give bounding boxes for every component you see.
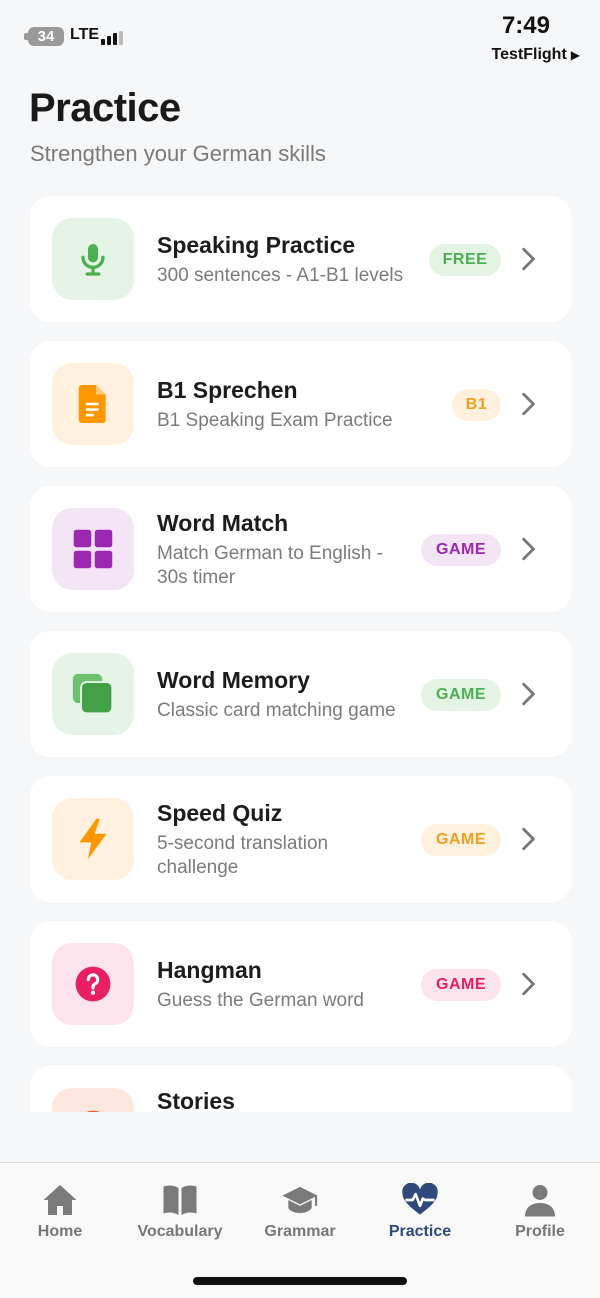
game-badge: GAME <box>421 824 501 856</box>
microphone-icon <box>81 244 105 276</box>
card-title: Speaking Practice <box>157 232 356 258</box>
tab-home[interactable]: Home <box>0 1183 120 1241</box>
book-icon <box>163 1185 197 1215</box>
practice-card-word-match[interactable]: Word Match Match German to English - 30s… <box>30 486 571 612</box>
person-icon <box>525 1185 555 1217</box>
tab-label: Home <box>37 1223 83 1240</box>
practice-card-b1-sprechen[interactable]: B1 Sprechen B1 Speaking Exam Practice B1 <box>30 341 571 467</box>
status-bar: 34 LTE 7:49 TestFlight ▶ <box>0 0 600 70</box>
practice-card-hangman[interactable]: Hangman Guess the German word GAME <box>30 921 571 1047</box>
network-type: LTE <box>70 26 100 43</box>
tab-practice[interactable]: Practice <box>360 1183 480 1241</box>
hangman-icon-tile <box>52 943 134 1025</box>
free-badge: FREE <box>429 244 501 276</box>
b1-badge: B1 <box>452 389 501 421</box>
page-title: Practice <box>29 86 181 130</box>
tab-label: Grammar <box>264 1223 336 1240</box>
clock: 7:49 <box>501 12 550 39</box>
speaking-icon-tile <box>52 218 134 300</box>
tab-label: Practice <box>388 1223 452 1240</box>
heart-pulse-icon <box>402 1183 438 1215</box>
card-description-line2: 30s timer <box>157 567 236 588</box>
card-title: Word Memory <box>157 667 310 693</box>
chevron-right-icon <box>522 537 535 561</box>
page-subtitle: Strengthen your German skills <box>30 141 326 166</box>
practice-card-speed-quiz[interactable]: Speed Quiz 5-second translation challeng… <box>30 776 571 902</box>
battery-indicator: 34 <box>28 27 64 46</box>
tab-grammar[interactable]: Grammar <box>240 1183 360 1241</box>
card-title: Word Match <box>157 510 289 536</box>
card-description: Match German to English - <box>157 543 383 564</box>
chevron-right-icon <box>522 682 535 706</box>
stories-icon-tile <box>52 1088 134 1112</box>
card-description-line2: challenge <box>157 857 239 878</box>
home-icon <box>43 1185 77 1215</box>
chevron-right-icon <box>522 247 535 271</box>
b1-icon-tile <box>52 363 134 445</box>
back-app-label: TestFlight <box>491 46 567 63</box>
practice-card-stories[interactable]: Stories <box>30 1066 571 1112</box>
card-description: Guess the German word <box>157 990 364 1011</box>
practice-card-speaking[interactable]: Speaking Practice 300 sentences - A1-B1 … <box>30 196 571 322</box>
tab-label: Vocabulary <box>137 1223 223 1240</box>
word-match-icon-tile <box>52 508 134 590</box>
card-title: Stories <box>157 1088 235 1112</box>
stories-icon <box>86 1110 100 1112</box>
home-indicator <box>193 1277 407 1285</box>
chevron-right-icon <box>522 972 535 996</box>
practice-card-word-memory[interactable]: Word Memory Classic card matching game G… <box>30 631 571 757</box>
practice-list[interactable]: Speaking Practice 300 sentences - A1-B1 … <box>30 196 571 1112</box>
cards-icon <box>72 673 114 715</box>
card-title: Hangman <box>157 957 262 983</box>
chevron-right-icon <box>522 827 535 851</box>
card-description: 300 sentences - A1-B1 levels <box>157 265 404 286</box>
graduation-cap-icon <box>282 1186 318 1214</box>
signal-icon <box>101 31 123 45</box>
word-memory-icon-tile <box>52 653 134 735</box>
document-icon <box>78 385 106 423</box>
play-arrow-icon: ▶ <box>570 48 580 62</box>
tab-vocabulary[interactable]: Vocabulary <box>120 1183 240 1241</box>
card-description: Classic card matching game <box>157 700 396 721</box>
back-to-testflight-link[interactable]: TestFlight ▶ <box>492 46 580 64</box>
tab-profile[interactable]: Profile <box>480 1183 600 1241</box>
grid-icon <box>73 529 113 569</box>
speed-quiz-icon-tile <box>52 798 134 880</box>
card-description: B1 Speaking Exam Practice <box>157 410 393 431</box>
card-title: B1 Sprechen <box>157 377 298 403</box>
card-title: Speed Quiz <box>157 800 283 826</box>
chevron-right-icon <box>522 392 535 416</box>
tab-label: Profile <box>515 1223 565 1240</box>
game-badge: GAME <box>421 969 501 1001</box>
game-badge: GAME <box>421 679 501 711</box>
game-badge: GAME <box>421 534 501 566</box>
card-description: 5-second translation <box>157 833 329 854</box>
lightning-icon <box>79 818 107 860</box>
question-icon <box>75 966 111 1002</box>
